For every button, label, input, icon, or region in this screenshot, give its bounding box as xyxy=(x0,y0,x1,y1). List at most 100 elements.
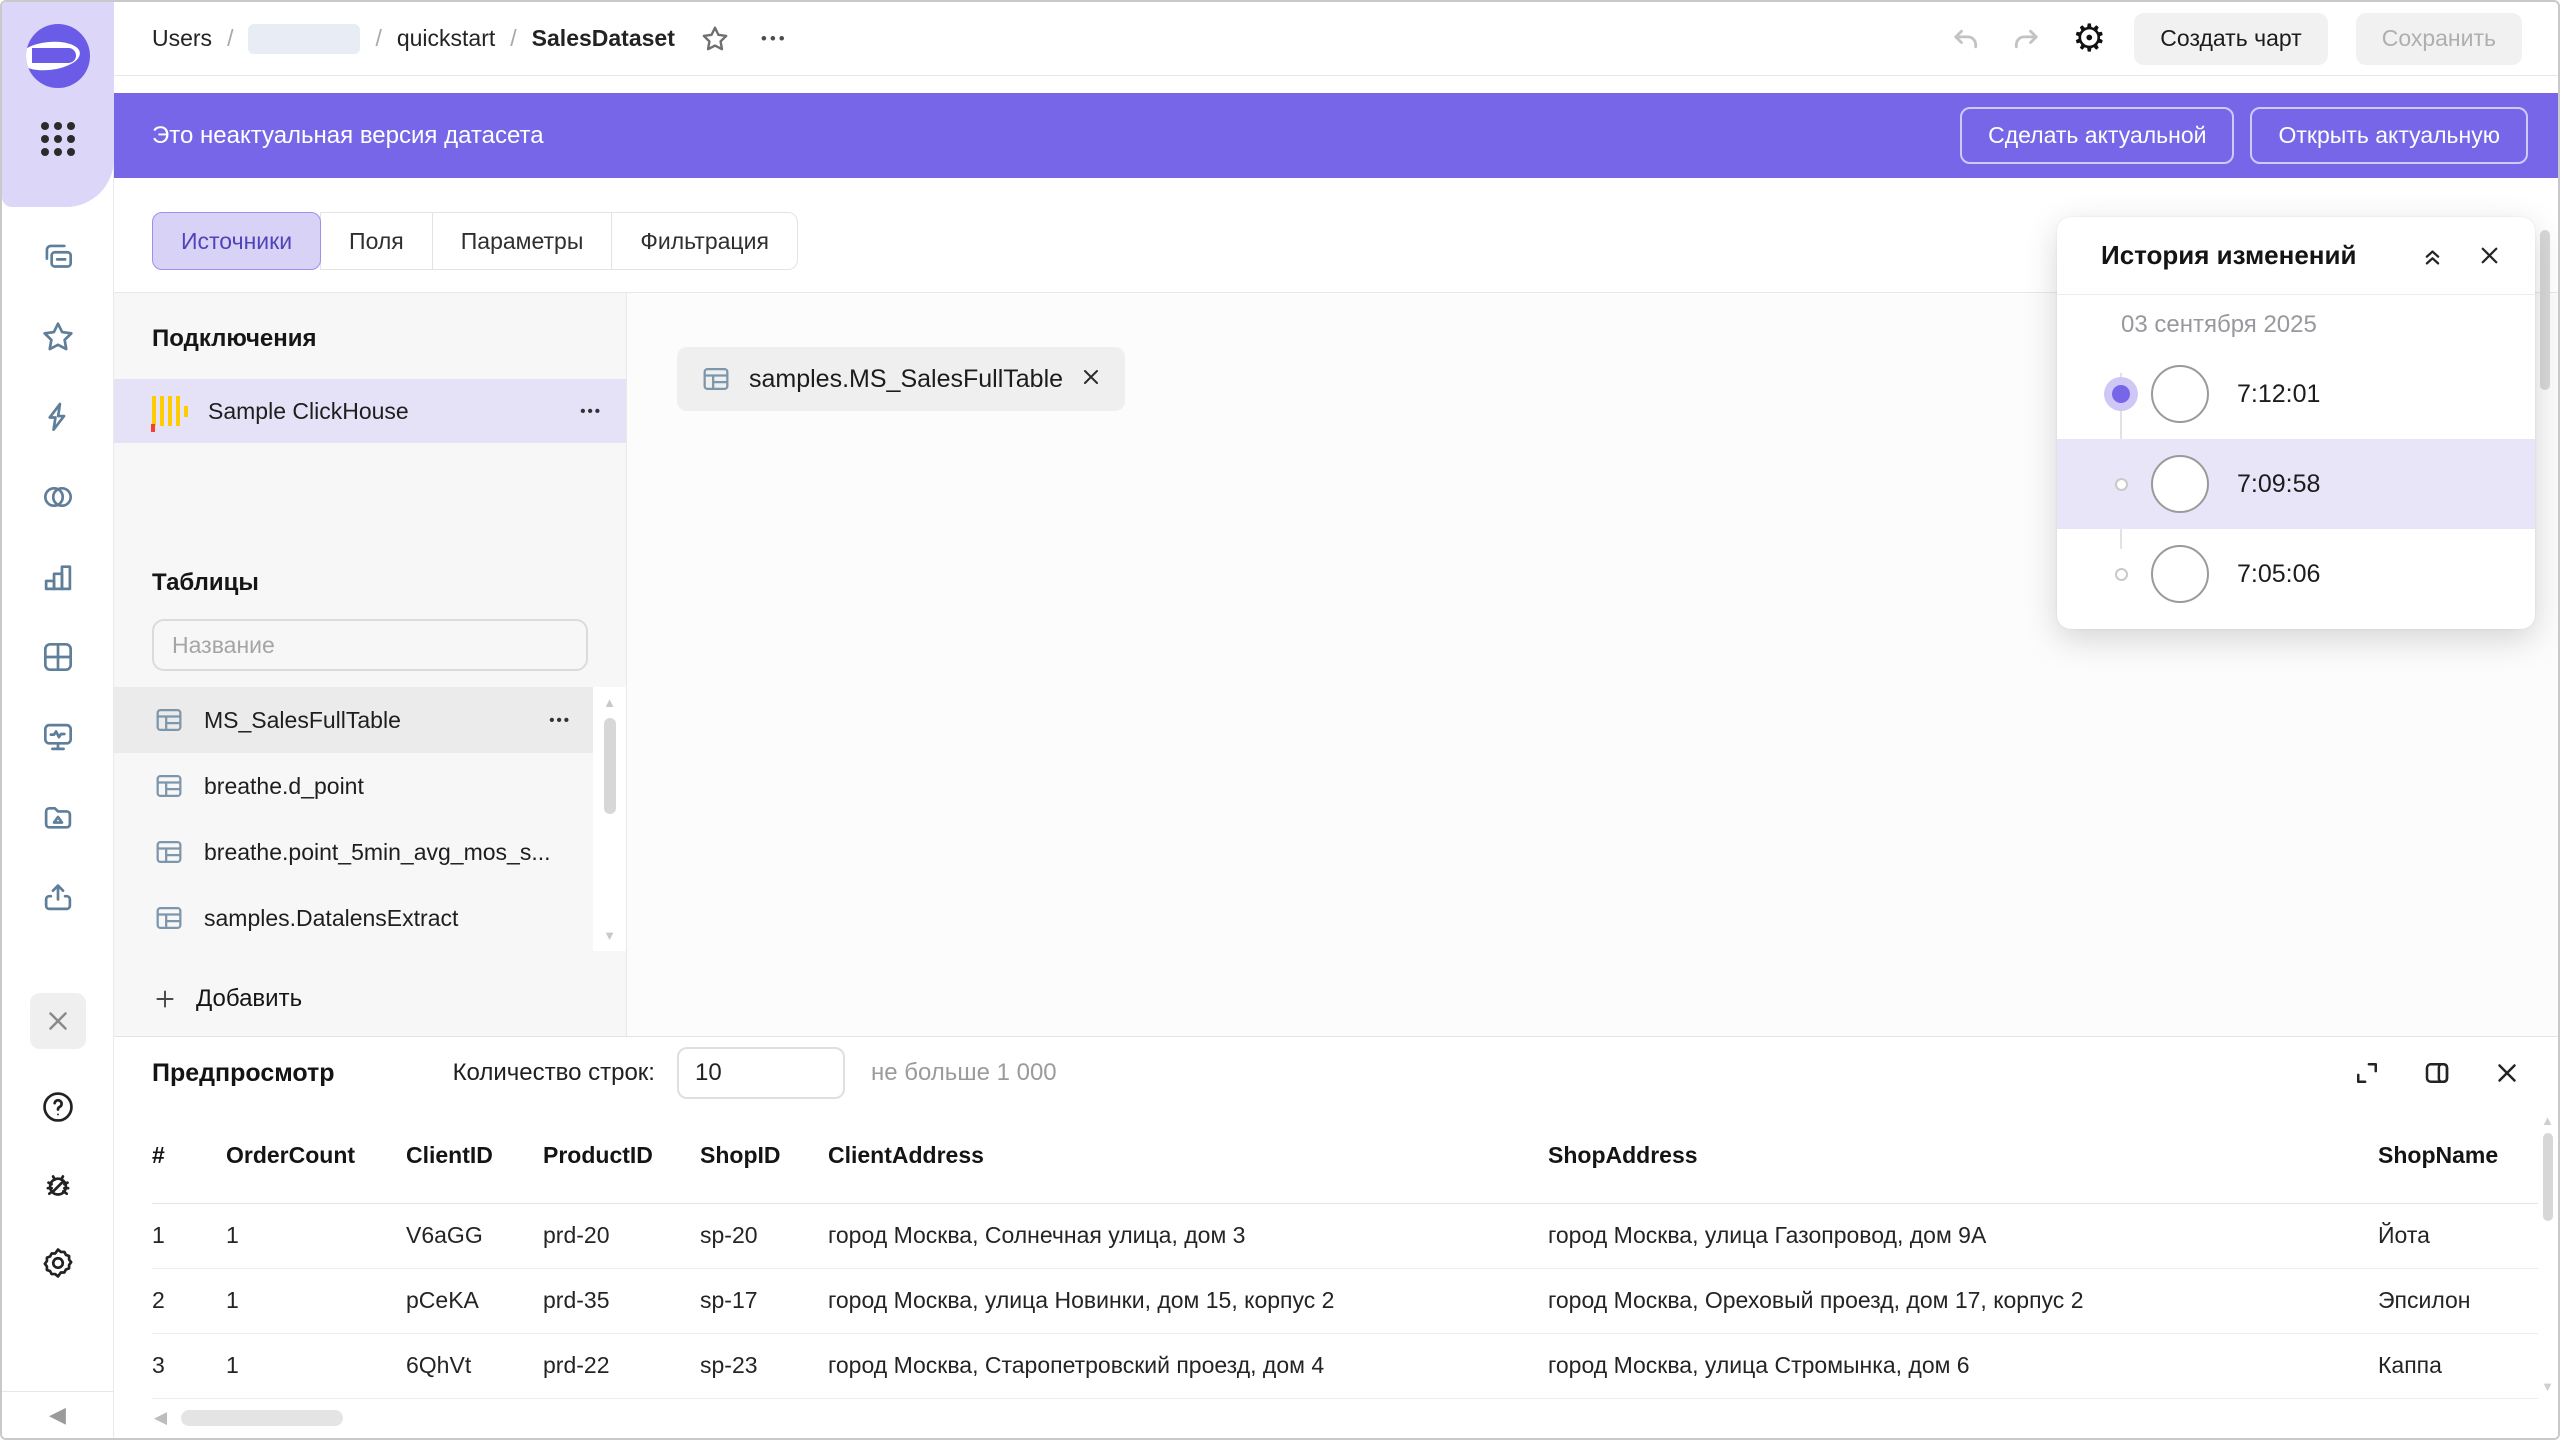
bug-report-icon[interactable] xyxy=(38,1165,78,1205)
tab-2[interactable]: Параметры xyxy=(432,212,613,270)
table-list-item[interactable]: breathe.d_point xyxy=(114,753,593,819)
favorite-star-icon[interactable] xyxy=(699,23,731,55)
table-cell: город Москва, Старопетровский проезд, до… xyxy=(828,1333,1548,1398)
collapse-up-icon[interactable] xyxy=(2419,242,2446,269)
more-menu-icon[interactable]: ••• xyxy=(549,712,571,729)
close-panel-button[interactable] xyxy=(30,993,86,1049)
help-icon[interactable] xyxy=(38,1087,78,1127)
close-preview-icon[interactable] xyxy=(2492,1058,2522,1088)
history-title: История изменений xyxy=(2101,240,2356,271)
breadcrumb-item[interactable]: Users xyxy=(152,25,212,52)
sidebar: ◀ xyxy=(2,2,114,1438)
tab-3[interactable]: Фильтрация xyxy=(611,212,798,270)
connections-lightning-icon[interactable] xyxy=(38,397,78,437)
settings-gear-icon[interactable] xyxy=(38,1243,78,1283)
column-header: ShopID xyxy=(700,1109,828,1203)
history-time: 7:12:01 xyxy=(2237,380,2320,409)
dataset-settings-gear-icon[interactable]: ⚙ xyxy=(2072,20,2106,58)
make-actual-button[interactable]: Сделать актуальной xyxy=(1960,107,2234,164)
row-count-input[interactable] xyxy=(677,1047,845,1099)
table-cell: Каппа xyxy=(2378,1333,2538,1398)
preview-vertical-scrollbar[interactable]: ▲ ▼ xyxy=(2540,1113,2555,1394)
table-cell: sp-20 xyxy=(700,1203,828,1268)
create-chart-button[interactable]: Создать чарт xyxy=(2134,13,2327,65)
timeline-dot xyxy=(2115,478,2128,491)
source-table-chip[interactable]: samples.MS_SalesFullTable xyxy=(677,347,1125,411)
page-scrollbar-thumb[interactable] xyxy=(2540,230,2550,390)
collapse-arrow-icon: ◀ xyxy=(49,1402,66,1428)
scroll-up-icon[interactable]: ▲ xyxy=(603,695,616,710)
favorites-star-icon[interactable] xyxy=(38,317,78,357)
collections-icon[interactable] xyxy=(38,237,78,277)
collapse-sidebar-button[interactable]: ◀ xyxy=(2,1391,114,1438)
table-search-input[interactable] xyxy=(152,619,588,671)
table-header-row: #OrderCountClientIDProductIDShopIDClient… xyxy=(152,1109,2538,1203)
timeline-dot xyxy=(2115,568,2128,581)
apps-grid-icon[interactable] xyxy=(41,122,75,156)
avatar xyxy=(2151,455,2209,513)
table-cell: sp-17 xyxy=(700,1268,828,1333)
table-list-item[interactable]: MS_SalesFullTable••• xyxy=(114,687,593,753)
table-row: 21pCeKAprd-35sp-17город Москва, улица Но… xyxy=(152,1268,2538,1333)
table-cell: город Москва, Ореховый проезд, дом 17, к… xyxy=(1548,1268,2378,1333)
table-cell: 3 xyxy=(152,1333,226,1398)
table-list-item[interactable]: breathe.point_5min_avg_mos_s... xyxy=(114,819,593,885)
scroll-down-icon[interactable]: ▼ xyxy=(603,928,616,943)
scrollbar-thumb[interactable] xyxy=(2543,1133,2553,1221)
table-cell: pCeKA xyxy=(406,1268,543,1333)
save-button[interactable]: Сохранить xyxy=(2356,13,2522,65)
charts-bar-icon[interactable] xyxy=(38,557,78,597)
export-upload-icon[interactable] xyxy=(38,877,78,917)
more-menu-icon[interactable]: ••• xyxy=(580,403,602,420)
open-actual-button[interactable]: Открыть актуальную xyxy=(2250,107,2528,164)
table-cell: sp-23 xyxy=(700,1333,828,1398)
outdated-version-banner: Это неактуальная версия датасета Сделать… xyxy=(114,93,2558,178)
tab-1[interactable]: Поля xyxy=(320,212,433,270)
breadcrumb-separator: / xyxy=(510,25,516,52)
history-entry[interactable]: 7:05:06 xyxy=(2057,529,2535,619)
scroll-left-icon[interactable]: ◀ xyxy=(154,1408,167,1428)
table-icon xyxy=(152,703,186,737)
sidebar-bottom xyxy=(30,917,86,1283)
tables-scrollbar[interactable]: ▲ ▼ xyxy=(593,687,626,951)
history-entry[interactable]: 7:09:58 xyxy=(2057,439,2535,529)
table-icon xyxy=(152,769,186,803)
timeline-dot-wrap xyxy=(2103,385,2139,403)
more-menu-icon[interactable]: ••• xyxy=(761,29,788,49)
scrollbar-thumb[interactable] xyxy=(604,718,616,814)
breadcrumb-item-redacted[interactable] xyxy=(248,24,360,54)
storage-folder-icon[interactable] xyxy=(38,797,78,837)
table-cell: город Москва, Солнечная улица, дом 3 xyxy=(828,1203,1548,1268)
table-cell: Йота xyxy=(2378,1203,2538,1268)
close-history-icon[interactable] xyxy=(2476,242,2503,269)
horizontal-scrollbar[interactable]: ◀ xyxy=(114,1399,2558,1439)
scrollbar-thumb[interactable] xyxy=(181,1410,343,1426)
close-icon xyxy=(43,1006,73,1036)
scroll-down-icon[interactable]: ▼ xyxy=(2541,1379,2554,1394)
scroll-up-icon[interactable]: ▲ xyxy=(2541,1113,2554,1128)
history-entry[interactable]: 7:12:01 xyxy=(2057,349,2535,439)
connection-item[interactable]: Sample ClickHouse ••• xyxy=(114,379,626,443)
datasets-circles-icon[interactable] xyxy=(38,477,78,517)
sidebar-nav xyxy=(38,237,78,917)
table-icon xyxy=(699,362,733,396)
preview-title: Предпросмотр xyxy=(152,1059,335,1088)
expand-icon[interactable] xyxy=(2352,1058,2382,1088)
breadcrumb-item[interactable]: quickstart xyxy=(397,25,495,52)
banner-actions: Сделать актуальной Открыть актуальную xyxy=(1960,107,2528,164)
dashboards-grid-icon[interactable] xyxy=(38,637,78,677)
column-header: ProductID xyxy=(543,1109,700,1203)
datalens-logo[interactable] xyxy=(26,24,90,88)
add-table-button[interactable]: Добавить xyxy=(152,985,626,1013)
split-view-icon[interactable] xyxy=(2422,1058,2452,1088)
breadcrumb-item[interactable]: SalesDataset xyxy=(532,25,675,52)
clickhouse-icon xyxy=(152,394,188,428)
tab-0[interactable]: Источники xyxy=(152,212,321,270)
monitoring-icon[interactable] xyxy=(38,717,78,757)
table-cell: 1 xyxy=(226,1268,406,1333)
row-count-label: Количество строк: xyxy=(453,1059,655,1087)
table-list-item[interactable]: samples.DatalensExtract xyxy=(114,885,593,951)
redo-icon[interactable] xyxy=(2010,22,2044,56)
remove-source-button[interactable] xyxy=(1079,365,1103,394)
undo-icon[interactable] xyxy=(1948,22,1982,56)
